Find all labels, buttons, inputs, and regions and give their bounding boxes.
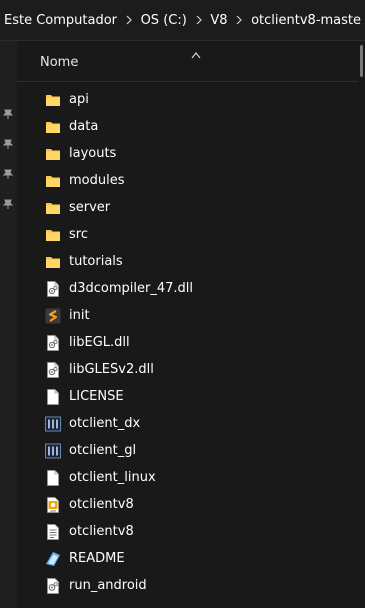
executable-icon (44, 415, 62, 433)
batch-file-icon (44, 577, 62, 595)
file-name: otclient_dx (69, 416, 141, 431)
file-row[interactable]: data (17, 113, 358, 140)
breadcrumb-item-v8[interactable]: V8 (206, 13, 231, 28)
breadcrumb-item-current-folder[interactable]: otclientv8-maste (247, 13, 365, 28)
file-name: modules (69, 173, 125, 188)
file-name: README (69, 551, 125, 566)
file-name: otclientv8 (69, 497, 134, 512)
pin-icon[interactable] (2, 135, 14, 149)
folder-icon (44, 172, 62, 190)
dll-file-icon (44, 280, 62, 298)
folder-icon (44, 253, 62, 271)
blank-file-icon (44, 469, 62, 487)
file-name: otclientv8 (69, 524, 134, 539)
file-row[interactable]: otclient_dx (17, 410, 358, 437)
file-name: run_android (69, 578, 147, 593)
breadcrumb-item-os-c[interactable]: OS (C:) (137, 13, 191, 28)
file-row[interactable]: api (17, 86, 358, 113)
blank-file-icon (44, 388, 62, 406)
file-row[interactable]: d3dcompiler_47.dll (17, 275, 358, 302)
file-name: data (69, 119, 99, 134)
folder-icon (44, 145, 62, 163)
file-name: layouts (69, 146, 117, 161)
chevron-right-icon[interactable] (121, 15, 137, 25)
apk-file-icon: APK (44, 496, 62, 514)
file-row[interactable]: layouts (17, 140, 358, 167)
file-name: src (69, 227, 88, 242)
folder-icon (44, 118, 62, 136)
file-row[interactable]: src (17, 221, 358, 248)
file-name: api (69, 92, 89, 107)
svg-text:APK: APK (50, 509, 57, 513)
navigation-pane (0, 41, 17, 608)
file-name: libEGL.dll (69, 335, 130, 350)
file-row[interactable]: modules (17, 167, 358, 194)
vertical-scrollbar[interactable] (358, 41, 365, 77)
sort-ascending-icon (191, 44, 201, 59)
chevron-right-icon[interactable] (232, 15, 248, 25)
file-row[interactable]: libGLESv2.dll (17, 356, 358, 383)
file-name: otclient_gl (69, 443, 137, 458)
pin-icon[interactable] (2, 105, 14, 119)
breadcrumb-item-this-pc[interactable]: Este Computador (0, 13, 121, 28)
dll-file-icon (44, 334, 62, 352)
file-name: d3dcompiler_47.dll (69, 281, 194, 296)
breadcrumb: Este Computador OS (C:) V8 otclientv8-ma… (0, 0, 365, 41)
file-row[interactable]: tutorials (17, 248, 358, 275)
file-row[interactable]: LICENSE (17, 383, 358, 410)
file-row[interactable]: otclientv8 (17, 518, 358, 545)
folder-icon (44, 199, 62, 217)
folder-icon (44, 226, 62, 244)
file-list: api data layouts modules server src tutorials d… (17, 86, 358, 599)
file-row[interactable]: libEGL.dll (17, 329, 358, 356)
markdown-file-icon (44, 550, 62, 568)
file-row[interactable]: run_android (17, 572, 358, 599)
executable-icon (44, 442, 62, 460)
text-file-icon (44, 523, 62, 541)
file-name: otclient_linux (69, 470, 156, 485)
file-row[interactable]: otclient_linux (17, 464, 358, 491)
file-name: libGLESv2.dll (69, 362, 154, 377)
file-name: tutorials (69, 254, 123, 269)
file-name: LICENSE (69, 389, 124, 404)
column-header-name[interactable]: Nome (17, 41, 358, 82)
dll-file-icon (44, 361, 62, 379)
chevron-right-icon[interactable] (191, 15, 207, 25)
file-name: server (69, 200, 111, 215)
column-name-label: Nome (40, 55, 79, 70)
file-name: init (69, 308, 90, 323)
lua-script-icon (44, 307, 62, 325)
file-row[interactable]: APK otclientv8 (17, 491, 358, 518)
pin-icon[interactable] (2, 195, 14, 209)
file-row[interactable]: init (17, 302, 358, 329)
file-row[interactable]: otclient_gl (17, 437, 358, 464)
file-list-pane: Nome api data layouts modules server src tutor… (17, 41, 365, 608)
file-row[interactable]: server (17, 194, 358, 221)
file-row[interactable]: README (17, 545, 358, 572)
scrollbar-thumb[interactable] (360, 45, 363, 77)
folder-icon (44, 91, 62, 109)
pin-icon[interactable] (2, 165, 14, 179)
